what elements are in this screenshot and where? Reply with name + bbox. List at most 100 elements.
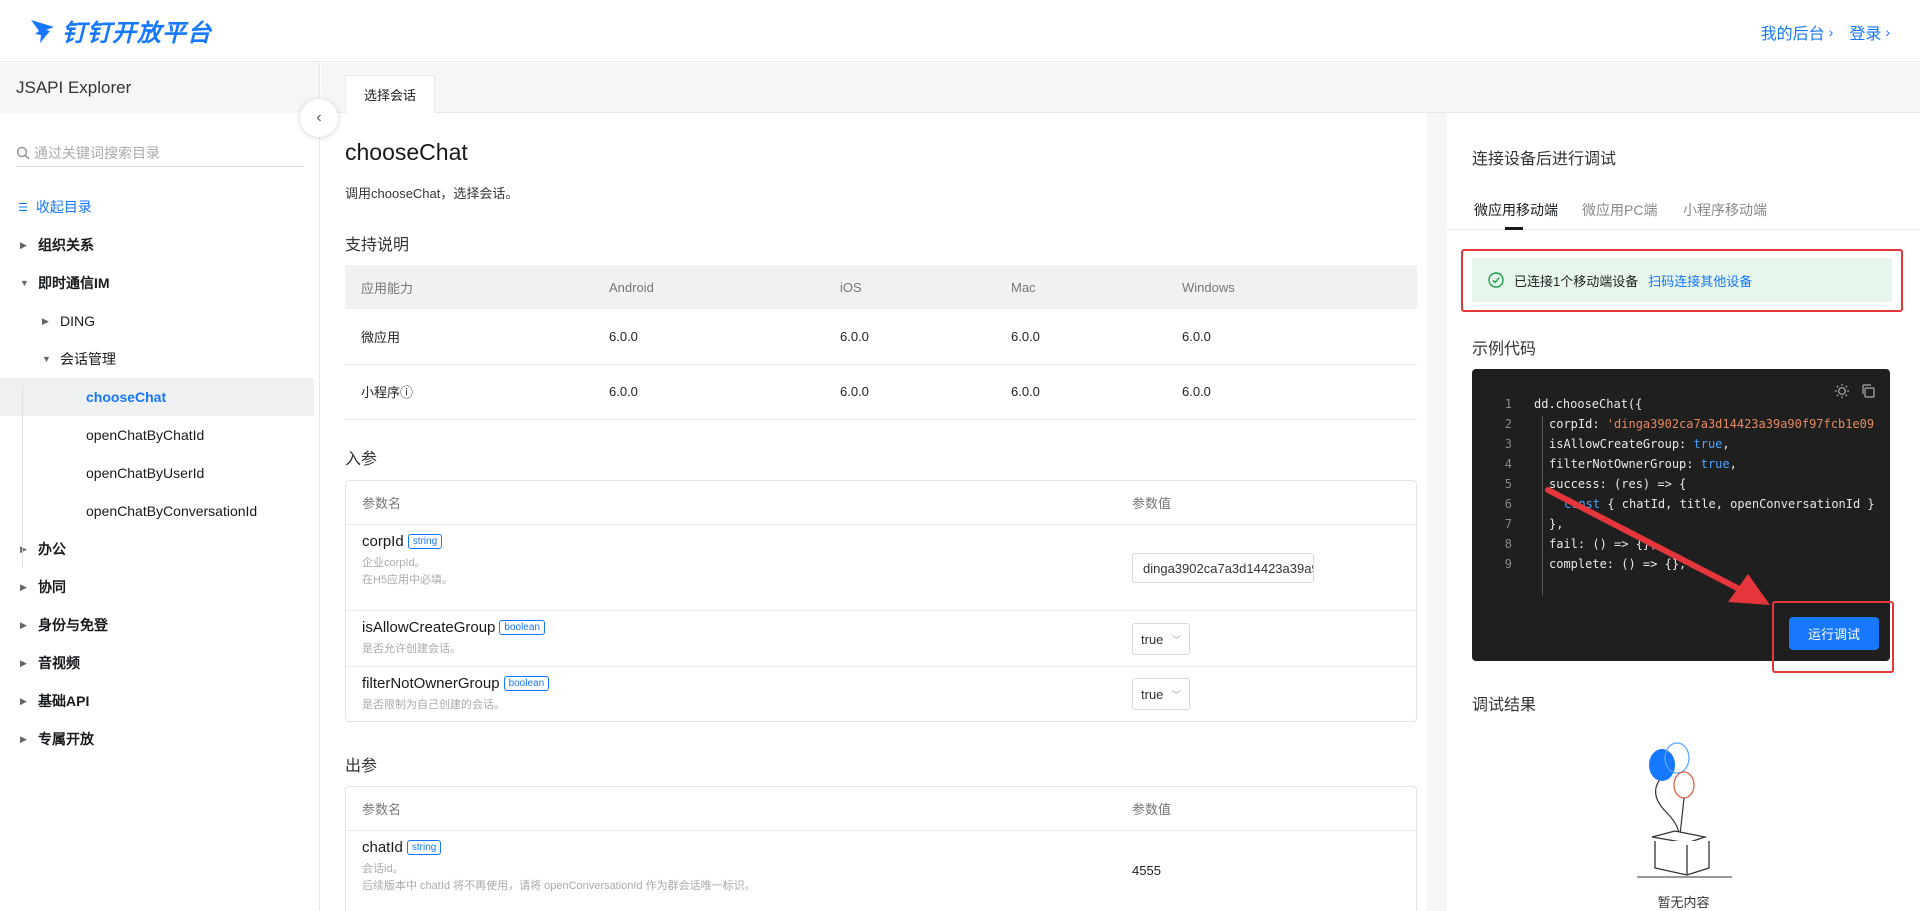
table-row: isAllowCreateGroup boolean 是否允许创建会话。 true… <box>346 611 1416 667</box>
sidebar-item-exclusive[interactable]: ▶ 专属开放 <box>0 720 320 758</box>
line-number: 2 <box>1504 417 1512 431</box>
code-text: const { chatId, title, openConversationI… <box>1564 497 1875 511</box>
output-params-table: 参数名 参数值 chatId string 会话id。 后续版本中 chatId … <box>345 786 1417 911</box>
line-number: 4 <box>1504 457 1512 471</box>
line-number: 1 <box>1504 397 1512 411</box>
sidebar-item-openchatbyuserid[interactable]: openChatByUserId <box>0 454 320 492</box>
select-value: true <box>1141 631 1164 647</box>
caret-down-icon: ▼ <box>20 278 29 288</box>
table-row: 小程序ⓘ 6.0.0 6.0.0 6.0.0 6.0.0 <box>345 364 1417 420</box>
param-name: isAllowCreateGroup boolean <box>362 619 545 636</box>
select-value: true <box>1141 686 1164 702</box>
caret-right-icon: ▶ <box>20 733 27 744</box>
check-circle-icon <box>1488 272 1504 288</box>
sidebar-item-label: DING <box>60 313 95 329</box>
code-string: 'dinga3902ca7a3d14423a39a90f97fcb1e09 <box>1606 417 1875 431</box>
sidebar-item-label: 组织关系 <box>38 237 94 253</box>
line-number: 5 <box>1504 477 1512 491</box>
param-desc: 企业corpId。 <box>362 557 426 569</box>
table-header: Mac <box>995 265 1166 309</box>
param-desc: 是否限制为自己创建的会话。 <box>362 699 505 711</box>
chevron-down-icon: ﹀ <box>1171 634 1181 645</box>
table-header: Android <box>593 265 824 309</box>
sidebar-search-input[interactable] <box>34 144 294 161</box>
param-name-text: corpId <box>362 533 404 550</box>
input-params-table: 参数名 参数值 corpId string 企业corpId。 在H5应用中必填。… <box>345 480 1417 722</box>
is-allow-create-group-select[interactable]: true ﹀ <box>1132 623 1190 655</box>
sidebar-item-label: chooseChat <box>86 389 167 405</box>
table-cell: 6.0.0 <box>593 309 824 365</box>
table-header: Windows <box>1166 265 1417 309</box>
my-console-label: 我的后台 <box>1760 26 1825 43</box>
table-cell: 6.0.0 <box>593 364 824 420</box>
sidebar-item-openchatbychatid[interactable]: openChatByChatId <box>0 416 320 454</box>
param-desc: 是否允许创建会话。 <box>362 643 461 655</box>
my-console-link[interactable]: 我的后台 › <box>1761 20 1834 44</box>
code-line: 8 fail: () => {}, <box>1472 534 1890 554</box>
code-bool: true <box>1700 457 1730 471</box>
code-line: 5 success: (res) => { <box>1472 474 1890 494</box>
code-text: complete: () => {}, <box>1549 557 1687 571</box>
connection-text: 已连接1个移动端设备 <box>1514 273 1639 289</box>
sidebar-item-av[interactable]: ▶ 音视频 <box>0 644 320 682</box>
code-text: }, <box>1549 517 1564 531</box>
tab-micro-app-pc[interactable]: 微应用PC端 <box>1582 200 1657 220</box>
param-name: corpId string <box>362 533 443 550</box>
login-label: 登录 <box>1849 26 1882 43</box>
sidebar-item-office[interactable]: ▶ 办公 <box>0 530 320 568</box>
sidebar-item-label: openChatByUserId <box>86 465 205 481</box>
sidebar-item-label: 协同 <box>38 579 66 595</box>
sidebar-item-identity[interactable]: ▶ 身份与免登 <box>0 606 320 644</box>
collapse-sidebar-button[interactable]: ‹ <box>300 99 338 137</box>
scan-connect-link[interactable]: 扫码连接其他设备 <box>1648 271 1752 290</box>
table-header-row: 参数名 参数值 <box>346 787 1416 831</box>
debug-panel-title: 连接设备后进行调试 <box>1472 151 1617 168</box>
param-name-text: isAllowCreateGroup <box>362 619 496 636</box>
tab-mini-program-mobile[interactable]: 小程序移动端 <box>1683 200 1767 220</box>
search-icon <box>16 146 30 159</box>
caret-right-icon: ▶ <box>20 581 27 592</box>
sidebar-item-im[interactable]: ▼ 即时通信IM <box>0 264 320 302</box>
login-link[interactable]: 登录 › <box>1849 20 1890 44</box>
filter-not-owner-group-select[interactable]: true ﹀ <box>1132 678 1190 710</box>
run-debug-button[interactable]: 运行调试 <box>1789 617 1879 650</box>
sidebar-item-org[interactable]: ▶ 组织关系 <box>0 226 320 264</box>
tab-micro-app-mobile[interactable]: 微应用移动端 <box>1474 200 1558 220</box>
sidebar-item-openchatbyconversationid[interactable]: openChatByConversationId <box>0 492 320 530</box>
code-text: dd.chooseChat({ <box>1534 397 1643 411</box>
code-text: success: (res) => { <box>1549 477 1687 491</box>
sidebar-item-chat-manage[interactable]: ▼ 会话管理 <box>0 340 320 378</box>
param-name: filterNotOwnerGroup boolean <box>362 675 550 692</box>
sidebar-item-collab[interactable]: ▶ 协同 <box>0 568 320 606</box>
support-table: 应用能力 Android iOS Mac Windows 微应用 6.0.0 6… <box>345 265 1417 420</box>
sidebar-item-choosechat[interactable]: chooseChat <box>0 378 314 416</box>
doc-content: chooseChat 调用chooseChat，选择会话。 支持说明 应用能力 … <box>345 113 1417 911</box>
collapse-all-label: 收起目录 <box>35 199 92 215</box>
sidebar-item-label: 办公 <box>38 541 66 557</box>
table-header: 参数值 <box>1132 802 1172 817</box>
sidebar-item-basic-api[interactable]: ▶ 基础API <box>0 682 320 720</box>
tab-choose-chat[interactable]: 选择会话 <box>345 75 436 113</box>
empty-box-balloons-icon <box>1637 742 1732 878</box>
corpid-input[interactable] <box>1132 553 1314 583</box>
sidebar-item-ding[interactable]: ▶ DING <box>0 302 320 340</box>
code-text: filterNotOwnerGroup: true, <box>1549 457 1737 471</box>
chevron-right-icon: › <box>1885 24 1890 40</box>
sidebar-item-label: openChatByChatId <box>86 427 205 443</box>
table-cell: 微应用 <box>345 309 593 365</box>
param-name: chatId string <box>362 839 442 856</box>
code-key: filterNotOwnerGroup: <box>1549 457 1701 471</box>
result-section-title: 调试结果 <box>1472 697 1537 714</box>
code-line: 1 dd.chooseChat({ <box>1472 394 1890 414</box>
sidebar-item-label: 会话管理 <box>60 351 116 367</box>
line-number: 3 <box>1504 437 1512 451</box>
panel-splitter[interactable] <box>1427 113 1447 911</box>
chevron-down-icon: ﹀ <box>1171 689 1181 700</box>
table-cell: 小程序ⓘ <box>345 364 593 420</box>
device-tabs: 微应用移动端 微应用PC端 小程序移动端 <box>1447 190 1920 230</box>
logo[interactable]: 钉钉开放平台 <box>28 13 212 48</box>
collapse-all-link[interactable]: ☰ 收起目录 <box>0 188 320 226</box>
connection-status: 已连接1个移动端设备 扫码连接其他设备 <box>1472 258 1892 302</box>
caret-down-icon: ▼ <box>42 354 51 364</box>
code-punct: , <box>1729 457 1737 471</box>
